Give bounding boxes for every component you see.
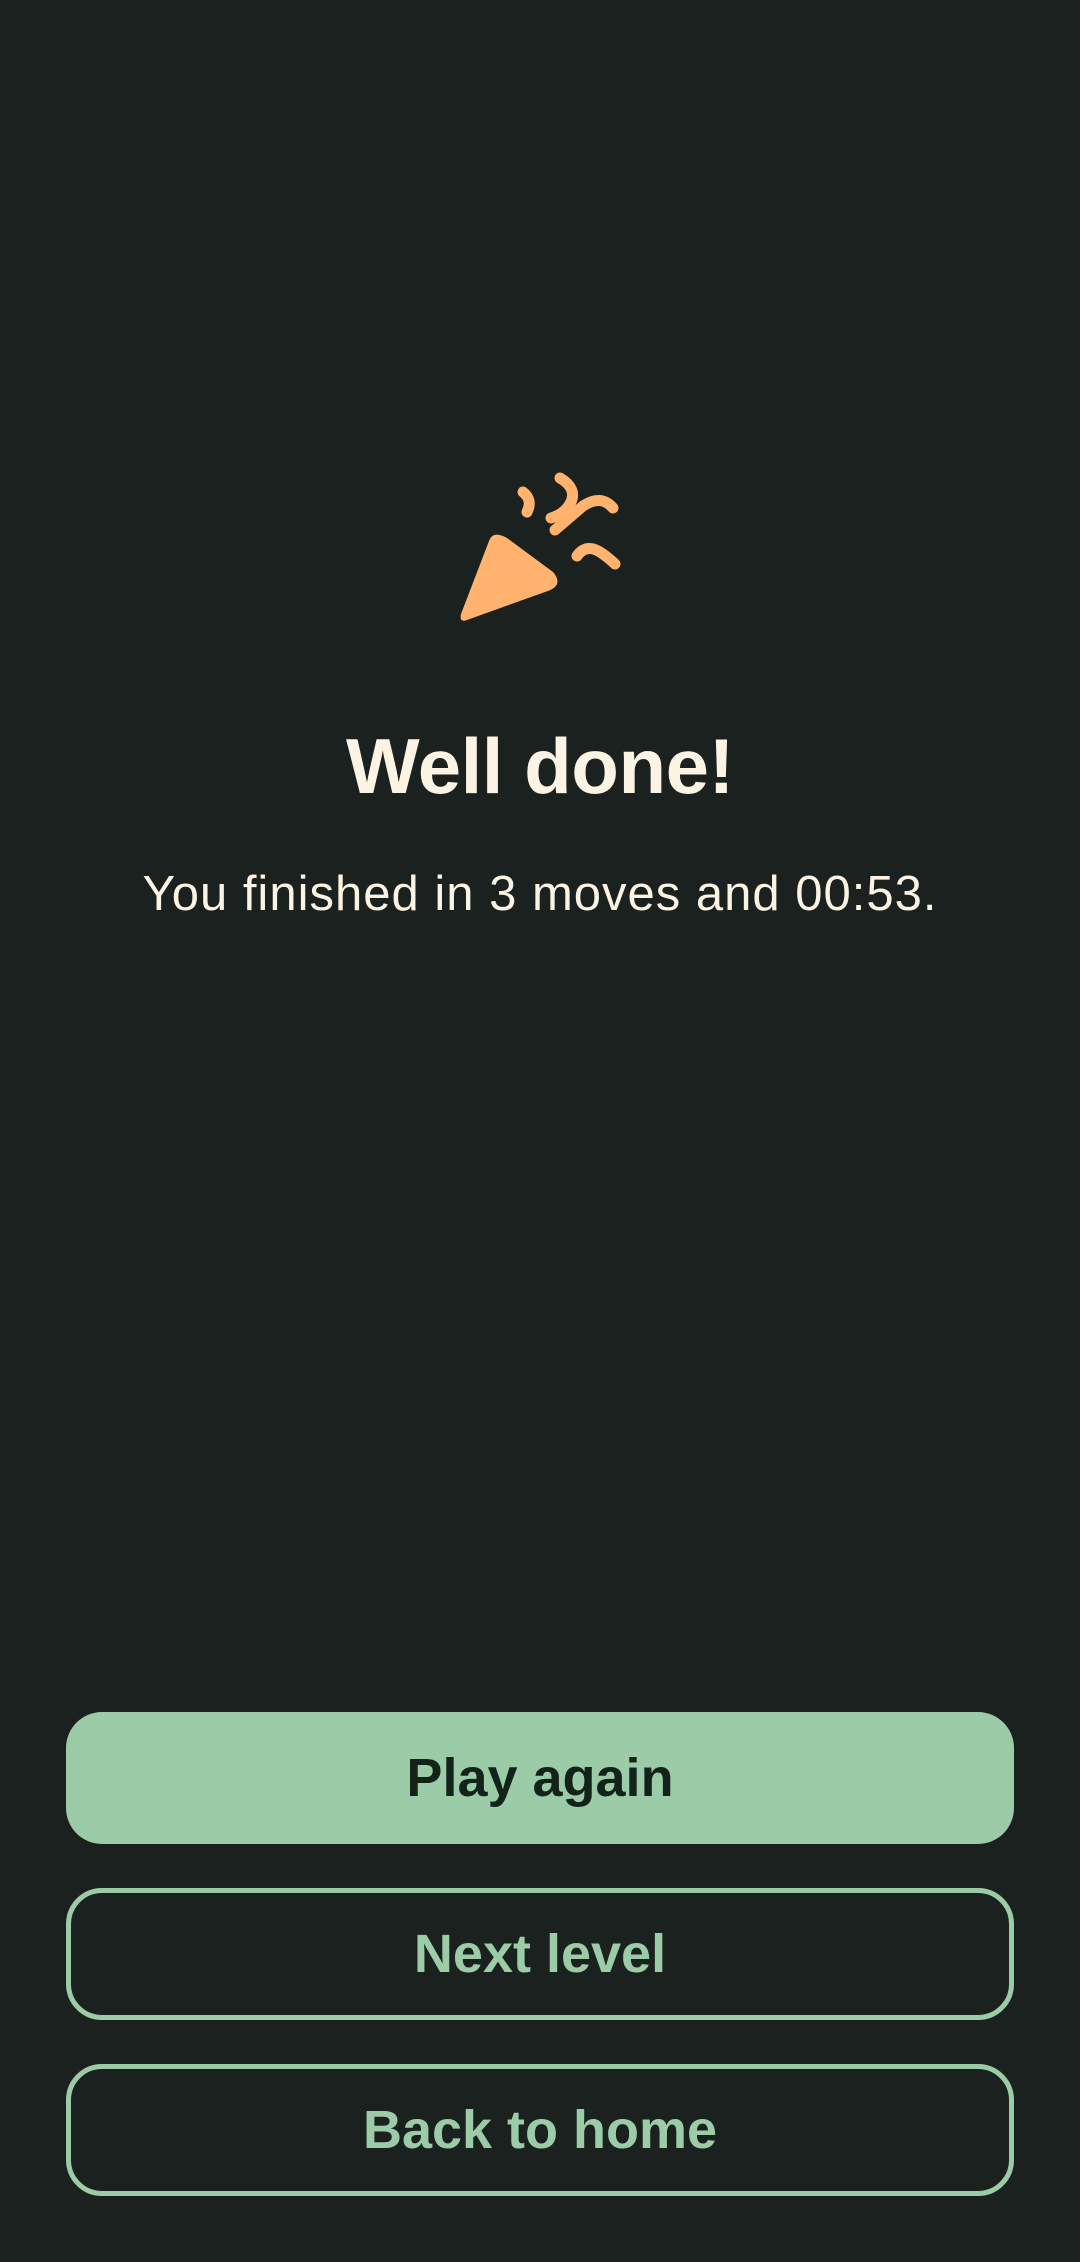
- back-to-home-button[interactable]: Back to home: [66, 2064, 1014, 2196]
- completion-title: Well done!: [346, 722, 734, 810]
- play-again-label: Play again: [406, 1748, 674, 1808]
- completion-summary: You finished in 3 moves and 00:53.: [142, 867, 938, 921]
- level-complete-screen: Well done! You finished in 3 moves and 0…: [0, 0, 1080, 2262]
- party-popper-icon: [460, 472, 621, 621]
- back-to-home-label: Back to home: [362, 2100, 718, 2160]
- play-again-button[interactable]: Play again: [66, 1712, 1014, 1844]
- next-level-label: Next level: [413, 1924, 667, 1984]
- next-level-button[interactable]: Next level: [66, 1888, 1014, 2020]
